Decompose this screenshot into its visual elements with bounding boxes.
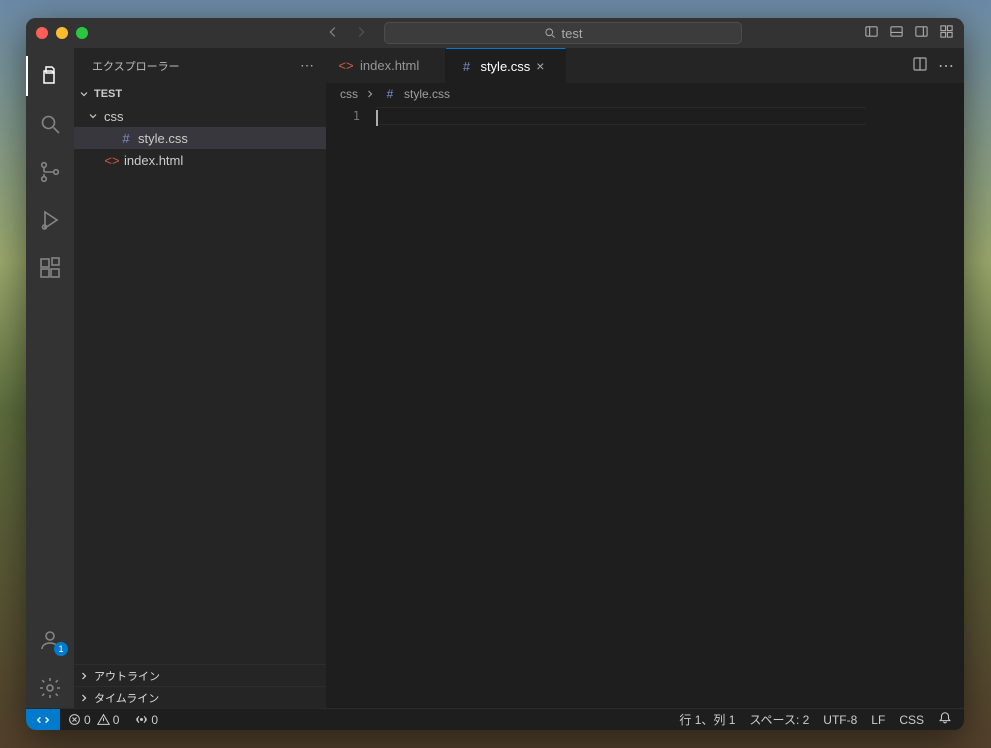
status-encoding[interactable]: UTF-8 [823, 713, 857, 727]
file-tree: css # style.css <> index.html [74, 105, 326, 171]
status-errors[interactable]: 0 [68, 713, 91, 727]
activity-run-debug[interactable] [26, 200, 74, 240]
customize-layout-icon[interactable] [939, 24, 954, 42]
file-label: index.html [124, 153, 183, 168]
line-number-gutter: 1 [326, 105, 376, 708]
notifications-bell-icon[interactable] [938, 711, 952, 728]
html-brackets-icon: <> [338, 58, 354, 73]
tab-style-css[interactable]: # style.css × [446, 48, 566, 83]
activity-explorer[interactable] [26, 56, 74, 96]
tree-file-style-css[interactable]: # style.css [74, 127, 326, 149]
titlebar-right [864, 24, 954, 42]
activity-extensions[interactable] [26, 248, 74, 288]
sidebar-more-icon[interactable]: ⋯ [300, 57, 314, 74]
status-bar: 0 0 0 行 1、列 1 スペース: 2 UTF-8 LF CSS [26, 708, 964, 730]
accounts-badge: 1 [54, 642, 68, 656]
tab-label: index.html [360, 58, 419, 73]
tree-file-index-html[interactable]: <> index.html [74, 149, 326, 171]
status-indent[interactable]: スペース: 2 [749, 711, 809, 728]
layout-sidebar-right-icon[interactable] [914, 24, 929, 42]
workspace-name: TEST [94, 88, 122, 100]
search-icon [544, 27, 556, 39]
text-content[interactable] [376, 105, 964, 708]
maximize-window-button[interactable] [76, 27, 88, 39]
chevron-down-icon [86, 110, 100, 122]
html-brackets-icon: <> [104, 153, 120, 168]
nav-buttons [326, 25, 368, 42]
tab-label: style.css [480, 59, 530, 74]
activity-settings[interactable] [26, 668, 74, 708]
status-language[interactable]: CSS [899, 713, 924, 727]
folder-label: css [104, 109, 124, 124]
nav-forward-button[interactable] [354, 25, 368, 42]
timeline-section[interactable]: タイムライン [74, 686, 326, 708]
timeline-label: タイムライン [94, 690, 159, 706]
chevron-right-icon [78, 670, 90, 682]
editor-tabs: <> index.html × # style.css × ⋯ [326, 48, 964, 83]
outline-label: アウトライン [94, 668, 160, 684]
breadcrumb[interactable]: css # style.css [326, 83, 964, 105]
hash-icon: # [458, 59, 474, 74]
layout-panel-bottom-icon[interactable] [889, 24, 904, 42]
workspace-section-header[interactable]: TEST [74, 83, 326, 105]
command-center-search[interactable]: test [384, 22, 742, 44]
status-line-col[interactable]: 行 1、列 1 [679, 711, 735, 728]
status-ports[interactable]: 0 [135, 713, 158, 727]
remote-indicator[interactable] [26, 709, 60, 731]
activity-bar: 1 [26, 48, 74, 708]
split-editor-icon[interactable] [912, 56, 928, 75]
titlebar: test [26, 18, 964, 48]
more-actions-icon[interactable]: ⋯ [938, 56, 954, 76]
activity-source-control[interactable] [26, 152, 74, 192]
breadcrumb-seg[interactable]: style.css [404, 87, 450, 101]
text-caret [376, 110, 378, 126]
vscode-window: test [26, 18, 964, 730]
status-right: 行 1、列 1 スペース: 2 UTF-8 LF CSS [679, 711, 964, 728]
chevron-right-icon [78, 692, 90, 704]
status-left: 0 0 0 [60, 713, 158, 727]
tab-index-html[interactable]: <> index.html × [326, 48, 446, 83]
line-number: 1 [326, 107, 360, 125]
sidebar-title: エクスプローラー [92, 58, 180, 74]
close-window-button[interactable] [36, 27, 48, 39]
hash-icon: # [382, 87, 398, 101]
chevron-right-icon [364, 88, 376, 100]
minimize-window-button[interactable] [56, 27, 68, 39]
breadcrumb-seg[interactable]: css [340, 87, 358, 101]
editor-area: <> index.html × # style.css × ⋯ css # [326, 48, 964, 708]
chevron-down-icon [78, 88, 90, 100]
sidebar-header: エクスプローラー ⋯ [74, 48, 326, 83]
layout-sidebar-left-icon[interactable] [864, 24, 879, 42]
nav-back-button[interactable] [326, 25, 340, 42]
window-controls [36, 27, 88, 39]
text-editor[interactable]: 1 [326, 105, 964, 708]
tree-folder-css[interactable]: css [74, 105, 326, 127]
status-eol[interactable]: LF [871, 713, 885, 727]
hash-icon: # [118, 131, 134, 146]
search-text: test [562, 26, 583, 41]
close-icon[interactable]: × [536, 58, 544, 74]
sidebar-explorer: エクスプローラー ⋯ TEST css # style.css [74, 48, 326, 708]
file-label: style.css [138, 131, 188, 146]
outline-section[interactable]: アウトライン [74, 664, 326, 686]
status-warnings[interactable]: 0 [97, 713, 120, 727]
activity-search[interactable] [26, 104, 74, 144]
activity-accounts[interactable]: 1 [26, 620, 74, 660]
